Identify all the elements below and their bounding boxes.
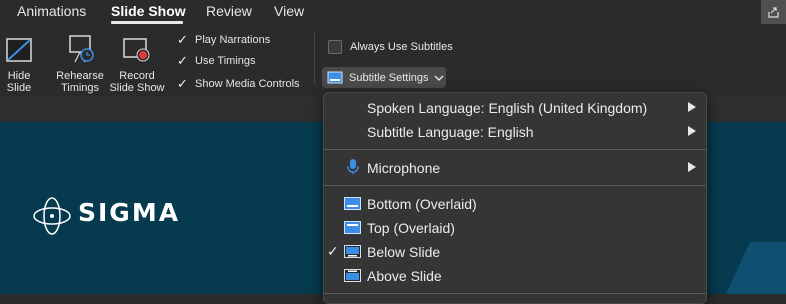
play-narrations-label: Play Narrations bbox=[195, 34, 271, 46]
use-timings-checkbox[interactable]: ✓ Use Timings bbox=[177, 53, 256, 68]
sigma-logo-icon bbox=[33, 197, 71, 235]
hide-slide-button[interactable]: Hide Slide bbox=[4, 36, 34, 94]
subtitle-position-bottom-icon bbox=[344, 197, 361, 210]
checkbox-box bbox=[328, 40, 342, 54]
subtitle-settings-menu: Spoken Language: English (United Kingdom… bbox=[323, 92, 707, 304]
rehearse-timings-label-2: Timings bbox=[60, 82, 100, 94]
use-timings-label: Use Timings bbox=[195, 55, 256, 67]
record-slide-show-button[interactable]: Record Slide Show bbox=[109, 36, 165, 94]
checkmark-icon: ✓ bbox=[327, 243, 339, 259]
rehearse-timings-icon bbox=[69, 35, 94, 63]
menu-item-microphone[interactable]: Microphone bbox=[324, 157, 706, 179]
subtitle-position-below-icon bbox=[344, 245, 361, 258]
slide-decoration bbox=[726, 242, 786, 294]
subtitle-settings-button[interactable]: Subtitle Settings bbox=[322, 67, 446, 88]
tab-review[interactable]: Review bbox=[206, 3, 252, 19]
show-media-controls-checkbox[interactable]: ✓ Show Media Controls bbox=[177, 76, 300, 91]
always-use-subtitles-label: Always Use Subtitles bbox=[350, 41, 453, 53]
submenu-arrow-icon bbox=[688, 126, 696, 136]
subtitles-icon bbox=[327, 71, 343, 83]
hide-slide-icon bbox=[6, 38, 32, 62]
spoken-language-label: Spoken Language: English (United Kingdom… bbox=[367, 100, 648, 116]
tab-view[interactable]: View bbox=[274, 3, 304, 19]
top-overlaid-label: Top (Overlaid) bbox=[367, 220, 455, 236]
menu-item-bottom-overlaid[interactable]: Bottom (Overlaid) bbox=[324, 193, 706, 215]
subtitle-position-top-icon bbox=[344, 221, 361, 234]
chevron-down-icon bbox=[433, 74, 444, 81]
submenu-arrow-icon bbox=[688, 102, 696, 112]
bottom-overlaid-label: Bottom (Overlaid) bbox=[367, 196, 477, 212]
rehearse-timings-label-1: Rehearse bbox=[56, 70, 104, 82]
show-media-controls-label: Show Media Controls bbox=[195, 78, 300, 90]
record-label-1: Record bbox=[119, 70, 155, 82]
menu-separator bbox=[324, 185, 706, 186]
share-button[interactable] bbox=[761, 0, 786, 24]
play-narrations-checkbox[interactable]: ✓ Play Narrations bbox=[177, 32, 271, 47]
rehearse-timings-button[interactable]: Rehearse Timings bbox=[54, 34, 106, 94]
hide-slide-label-2: Slide bbox=[6, 82, 32, 94]
above-slide-label: Above Slide bbox=[367, 268, 442, 284]
below-slide-label: Below Slide bbox=[367, 244, 441, 260]
menu-item-subtitle-language[interactable]: Subtitle Language: English bbox=[324, 121, 706, 143]
tab-animations[interactable]: Animations bbox=[17, 3, 86, 19]
always-use-subtitles-checkbox[interactable]: Always Use Subtitles bbox=[328, 40, 453, 54]
submenu-arrow-icon bbox=[688, 162, 696, 172]
microphone-icon bbox=[347, 159, 359, 174]
checkmark-icon: ✓ bbox=[177, 32, 188, 47]
menu-separator bbox=[324, 149, 706, 150]
ribbon-divider bbox=[314, 32, 315, 84]
share-icon bbox=[768, 6, 779, 18]
record-icon bbox=[123, 38, 150, 62]
menu-item-above-slide[interactable]: Above Slide bbox=[324, 265, 706, 287]
menu-item-top-overlaid[interactable]: Top (Overlaid) bbox=[324, 217, 706, 239]
menu-item-spoken-language[interactable]: Spoken Language: English (United Kingdom… bbox=[324, 97, 706, 119]
checkmark-icon: ✓ bbox=[177, 53, 188, 68]
slide-logo-text: SIGMA bbox=[78, 198, 181, 227]
ribbon-tab-bar: Animations Slide Show Review View bbox=[0, 0, 786, 24]
menu-item-below-slide[interactable]: ✓ Below Slide bbox=[324, 241, 706, 263]
subtitle-language-label: Subtitle Language: English bbox=[367, 124, 534, 140]
record-label-2: Slide Show bbox=[109, 82, 165, 94]
subtitle-position-above-icon bbox=[344, 269, 361, 282]
subtitle-settings-label: Subtitle Settings bbox=[349, 71, 429, 84]
hide-slide-label-1: Hide bbox=[7, 70, 31, 82]
tab-slide-show[interactable]: Slide Show bbox=[111, 3, 186, 19]
checkmark-icon: ✓ bbox=[177, 76, 188, 91]
microphone-label: Microphone bbox=[367, 160, 441, 176]
